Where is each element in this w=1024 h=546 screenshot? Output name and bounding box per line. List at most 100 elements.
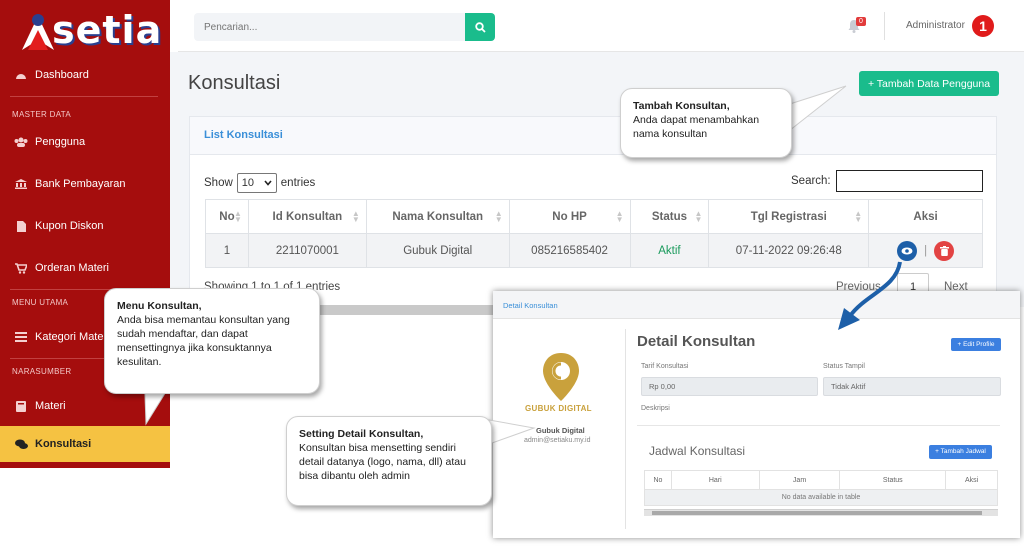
dashboard-icon xyxy=(14,69,28,81)
callout-menu-konsultan: Menu Konsultan, Anda bisa memantau konsu… xyxy=(104,288,320,394)
sort-icon: ▲ ▼ xyxy=(494,209,503,224)
callout-body: Anda dapat menambahkan nama konsultan xyxy=(633,114,760,140)
cell-no-hp: 085216585402 xyxy=(509,233,631,268)
cart-icon xyxy=(14,262,28,274)
sidebar-divider xyxy=(10,96,158,97)
trash-icon xyxy=(939,245,949,256)
sidebar-item-label: Konsultasi xyxy=(35,438,92,450)
schedule-col-aksi[interactable]: Aksi xyxy=(945,470,998,490)
column-header-no[interactable]: No ▲ ▼ xyxy=(205,199,249,234)
sort-icon: ▲ ▼ xyxy=(234,209,242,224)
top-bar: 0 Administrator 1 xyxy=(178,0,1024,52)
sidebar-item-label: Kupon Diskon xyxy=(35,220,104,232)
breadcrumb[interactable]: Detail Konsultan xyxy=(503,301,558,310)
schedule-scrollbar[interactable] xyxy=(644,509,998,516)
entries-select[interactable]: 10 xyxy=(236,173,277,193)
schedule-col-status[interactable]: Status xyxy=(839,470,947,490)
avatar[interactable]: 1 xyxy=(972,15,994,37)
sidebar-item-dashboard[interactable]: Dashboard xyxy=(0,58,170,92)
chat-icon xyxy=(14,438,28,450)
app-logo[interactable]: setia xyxy=(14,6,161,54)
detail-title: Detail Konsultan xyxy=(637,333,756,350)
consultant-name: Gubuk Digital xyxy=(536,426,585,435)
search-button[interactable] xyxy=(465,13,495,41)
edit-profile-button[interactable]: + Edit Profile xyxy=(951,338,1001,351)
sidebar-item-orderan-materi[interactable]: Orderan Materi xyxy=(0,251,170,285)
sidebar-item-label: Orderan Materi xyxy=(35,262,109,274)
sidebar-item-bank-pembayaran[interactable]: Bank Pembayaran xyxy=(0,167,170,201)
arrow-icon xyxy=(838,261,902,330)
callout-body: Anda bisa memantau konsultan yang sudah … xyxy=(117,314,290,368)
show-label: Show xyxy=(204,177,233,189)
add-user-button[interactable]: + Tambah Data Pengguna xyxy=(859,71,999,96)
cell-id-konsultan: 2211070001 xyxy=(248,233,367,268)
card-title: List Konsultasi xyxy=(204,129,283,141)
section-label-narasumber: NARASUMBER xyxy=(12,367,72,376)
sidebar-item-label: Bank Pembayaran xyxy=(35,178,126,190)
topbar-divider xyxy=(884,12,885,40)
sidebar-item-konsultasi[interactable]: Konsultasi xyxy=(0,426,170,462)
schedule-table: No Hari Jam Status Aksi No data availabl… xyxy=(644,470,998,506)
status-select[interactable]: Tidak Aktif xyxy=(823,377,1001,396)
deskripsi-label: Deskripsi xyxy=(641,405,670,412)
column-header-status[interactable]: Status ▲ ▼ xyxy=(630,199,710,234)
cell-status: Aktif xyxy=(630,233,710,268)
logo-text: setia xyxy=(52,8,163,52)
sort-icon: ▲ ▼ xyxy=(854,209,863,224)
list-icon xyxy=(14,331,28,343)
table-row: No data available in table xyxy=(644,489,998,506)
sidebar-item-label: Pengguna xyxy=(35,136,86,148)
page-title: Konsultasi xyxy=(188,72,281,94)
brand-text: GUBUK DIGITAL xyxy=(525,404,592,413)
search-input[interactable] xyxy=(194,13,466,41)
entries-select-value: 10 xyxy=(241,177,255,189)
book-icon xyxy=(14,400,28,412)
users-icon xyxy=(14,136,28,148)
sidebar-item-pengguna[interactable]: Pengguna xyxy=(0,125,170,159)
eye-icon xyxy=(901,247,913,254)
sidebar-item-label: Kategori Materi xyxy=(35,331,110,343)
sidebar-item-label: Materi xyxy=(35,400,66,412)
notification-badge: 0 xyxy=(856,17,866,26)
schedule-col-no[interactable]: No xyxy=(644,470,672,490)
search-icon xyxy=(474,21,486,33)
column-header-aksi: Aksi xyxy=(868,199,983,234)
table-header-row: No ▲ ▼ Id Konsultan ▲ ▼ Nama Konsultan ▲ ▼ No … xyxy=(205,199,983,234)
callout-tambah-konsultan: Tambah Konsultan, Anda dapat menambahkan… xyxy=(620,88,792,158)
status-label: Status Tampil xyxy=(823,363,865,370)
tarif-input[interactable]: Rp 0,00 xyxy=(641,377,818,396)
add-schedule-button[interactable]: + Tambah Jadwal xyxy=(929,445,992,459)
gubuk-digital-logo-icon xyxy=(543,353,579,401)
delete-button[interactable] xyxy=(934,240,955,261)
user-name[interactable]: Administrator xyxy=(906,20,965,31)
column-header-tgl-registrasi[interactable]: Tgl Registrasi ▲ ▼ xyxy=(708,199,870,234)
entries-length: Show 10 entries xyxy=(204,173,315,193)
scrollbar-thumb[interactable] xyxy=(652,511,982,515)
cell-no: 1 xyxy=(205,233,249,268)
cell-nama-konsultan: Gubuk Digital xyxy=(366,233,510,268)
file-icon xyxy=(14,220,28,232)
action-separator: | xyxy=(924,244,928,257)
schedule-col-hari[interactable]: Hari xyxy=(670,470,760,490)
column-header-no-hp[interactable]: No HP ▲ ▼ xyxy=(509,199,631,234)
callout-body: Konsultan bisa mensetting sendiri detail… xyxy=(299,442,466,482)
callout-title: Menu Konsultan, xyxy=(117,300,202,312)
sort-icon: ▲ ▼ xyxy=(351,209,360,224)
detail-divider xyxy=(625,329,626,529)
column-header-id-konsultan[interactable]: Id Konsultan ▲ ▼ xyxy=(248,199,367,234)
callout-setting-detail: Setting Detail Konsultan, Konsultan bisa… xyxy=(286,416,492,506)
schedule-col-jam[interactable]: Jam xyxy=(758,470,841,490)
entries-label: entries xyxy=(280,177,316,189)
table-search-input[interactable] xyxy=(836,170,983,192)
callout-title: Setting Detail Konsultan, xyxy=(299,428,424,440)
card-header: List Konsultasi xyxy=(190,117,996,155)
table-search-label: Search: xyxy=(791,175,831,187)
section-label-master-data: MASTER DATA xyxy=(12,110,72,119)
callout-title: Tambah Konsultan, xyxy=(633,100,730,112)
section-divider xyxy=(637,425,1000,426)
sidebar-item-kupon-diskon[interactable]: Kupon Diskon xyxy=(0,209,170,243)
schedule-header-row: No Hari Jam Status Aksi xyxy=(644,470,998,490)
detail-konsultan-panel: Detail Konsultan GUBUK DIGITAL Gubuk Dig… xyxy=(493,291,1020,538)
column-header-nama-konsultan[interactable]: Nama Konsultan ▲ ▼ xyxy=(366,199,510,234)
chevron-down-icon xyxy=(264,180,272,186)
